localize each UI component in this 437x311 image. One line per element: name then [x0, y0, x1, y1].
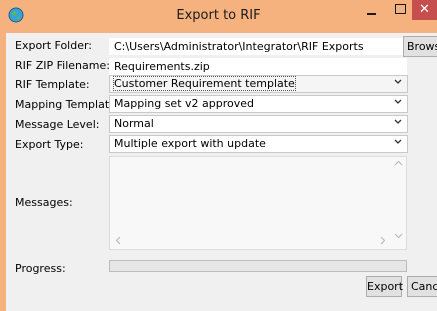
- message-level-label: Message Level:: [15, 118, 100, 131]
- export-button[interactable]: Export: [366, 276, 403, 297]
- progress-label: Progress:: [15, 262, 66, 275]
- messages-box[interactable]: [109, 156, 407, 250]
- scroll-right-icon[interactable]: [380, 236, 386, 245]
- mapping-template-label: Mapping Template:: [15, 98, 120, 111]
- scroll-left-icon[interactable]: [115, 236, 121, 245]
- zip-filename-label: RIF ZIP Filename:: [15, 59, 110, 72]
- close-button[interactable]: ✕: [412, 0, 437, 20]
- rif-template-label: RIF Template:: [15, 78, 90, 91]
- maximize-button[interactable]: [390, 0, 410, 22]
- chevron-down-icon: [394, 139, 402, 144]
- export-folder-label: Export Folder:: [15, 39, 93, 52]
- export-folder-field[interactable]: C:\Users\Administrator\Integrator\RIF Ex…: [109, 38, 407, 55]
- scroll-up-icon[interactable]: [394, 160, 403, 166]
- message-level-value: Normal: [114, 117, 154, 130]
- rif-template-select[interactable]: Customer Requirement template: [109, 75, 408, 93]
- export-type-label: Export Type:: [15, 138, 84, 151]
- export-type-select[interactable]: Multiple export with update: [109, 135, 408, 153]
- minimize-button[interactable]: [356, 0, 386, 22]
- chevron-down-icon: [394, 119, 402, 124]
- mapping-template-select[interactable]: Mapping set v2 approved: [109, 95, 408, 113]
- title-bar[interactable]: Export to RIF ✕: [0, 0, 437, 33]
- dialog-body: Export Folder: C:\Users\Administrator\In…: [6, 33, 437, 311]
- mapping-template-value: Mapping set v2 approved: [114, 97, 254, 110]
- export-type-value: Multiple export with update: [114, 137, 266, 150]
- progress-bar: [109, 260, 407, 272]
- cancel-button[interactable]: Cancel: [407, 276, 437, 297]
- chevron-down-icon: [394, 79, 402, 84]
- browse-button[interactable]: Browse: [403, 36, 437, 57]
- chevron-down-icon: [394, 99, 402, 104]
- scroll-down-icon[interactable]: [394, 233, 403, 239]
- message-level-select[interactable]: Normal: [109, 115, 408, 133]
- rif-template-value: Customer Requirement template: [113, 76, 296, 91]
- messages-label: Messages:: [15, 196, 73, 209]
- zip-filename-field[interactable]: Requirements.zip: [109, 58, 407, 75]
